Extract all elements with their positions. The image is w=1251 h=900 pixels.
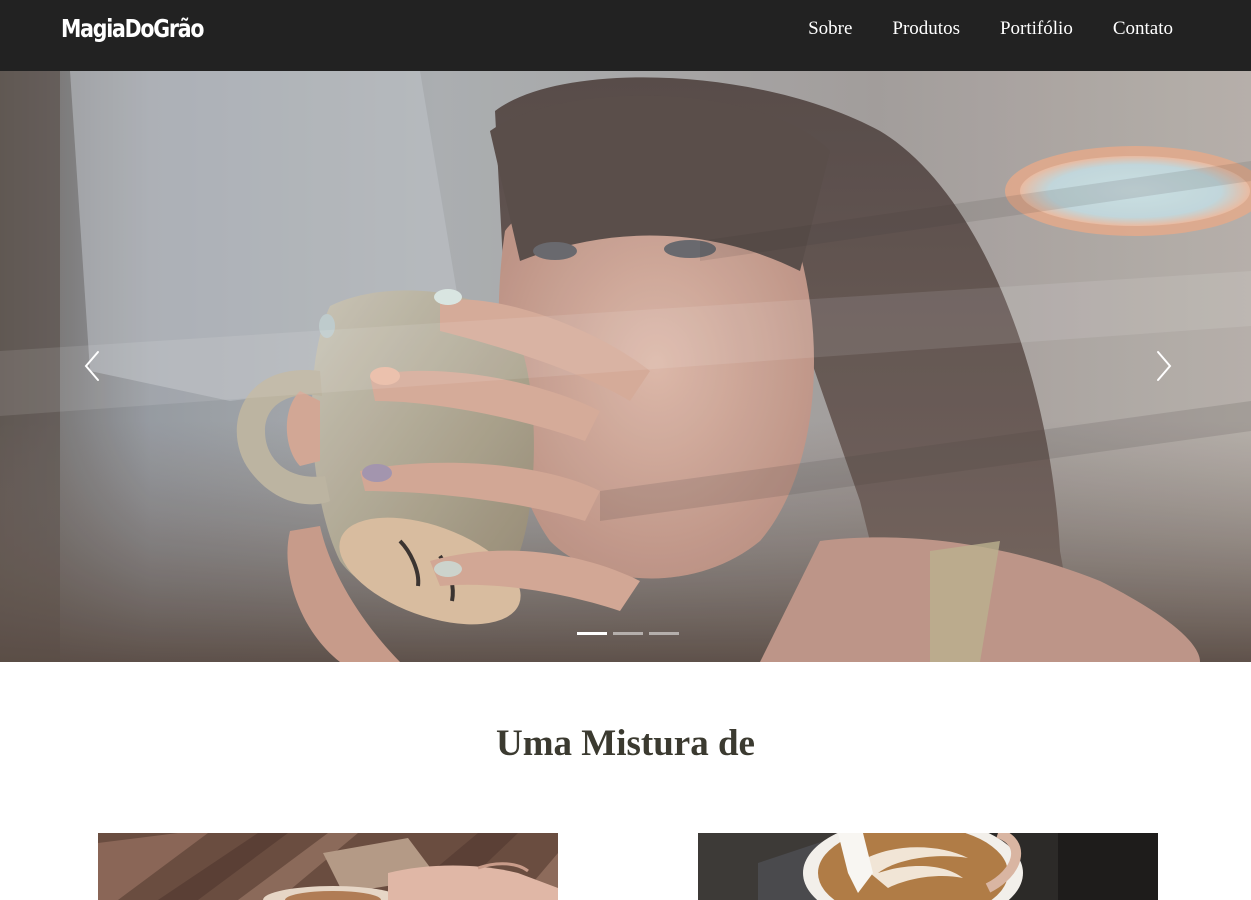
carousel-next-button[interactable] — [1148, 349, 1178, 383]
carousel-indicators — [577, 632, 685, 635]
product-image-left[interactable] — [98, 833, 558, 900]
carousel-prev-button[interactable] — [78, 349, 108, 383]
nav-link-contato[interactable]: Contato — [1113, 18, 1173, 40]
hero-carousel — [0, 71, 1251, 662]
navbar: MagiaDoGrão Sobre Produtos Portifólio Co… — [0, 0, 1251, 71]
nav-link-portifolio[interactable]: Portifólio — [1000, 18, 1073, 40]
nav-link-produtos[interactable]: Produtos — [892, 18, 960, 40]
coffee-table-photo — [98, 833, 558, 900]
carousel-indicator-2[interactable] — [613, 632, 643, 635]
latte-art-photo — [698, 833, 1158, 900]
hero-slide-image — [0, 71, 1251, 662]
carousel-indicator-3[interactable] — [649, 632, 679, 635]
chevron-left-icon — [84, 351, 99, 381]
nav-menu: Sobre Produtos Portifólio Contato — [768, 18, 1173, 40]
section-title: Uma Mistura de — [496, 723, 755, 764]
carousel-indicator-1[interactable] — [577, 632, 607, 635]
nav-link-sobre[interactable]: Sobre — [808, 18, 852, 40]
product-image-right[interactable] — [698, 833, 1158, 900]
brand-logo[interactable]: MagiaDoGrão — [61, 14, 204, 43]
chevron-right-icon — [1157, 351, 1172, 381]
